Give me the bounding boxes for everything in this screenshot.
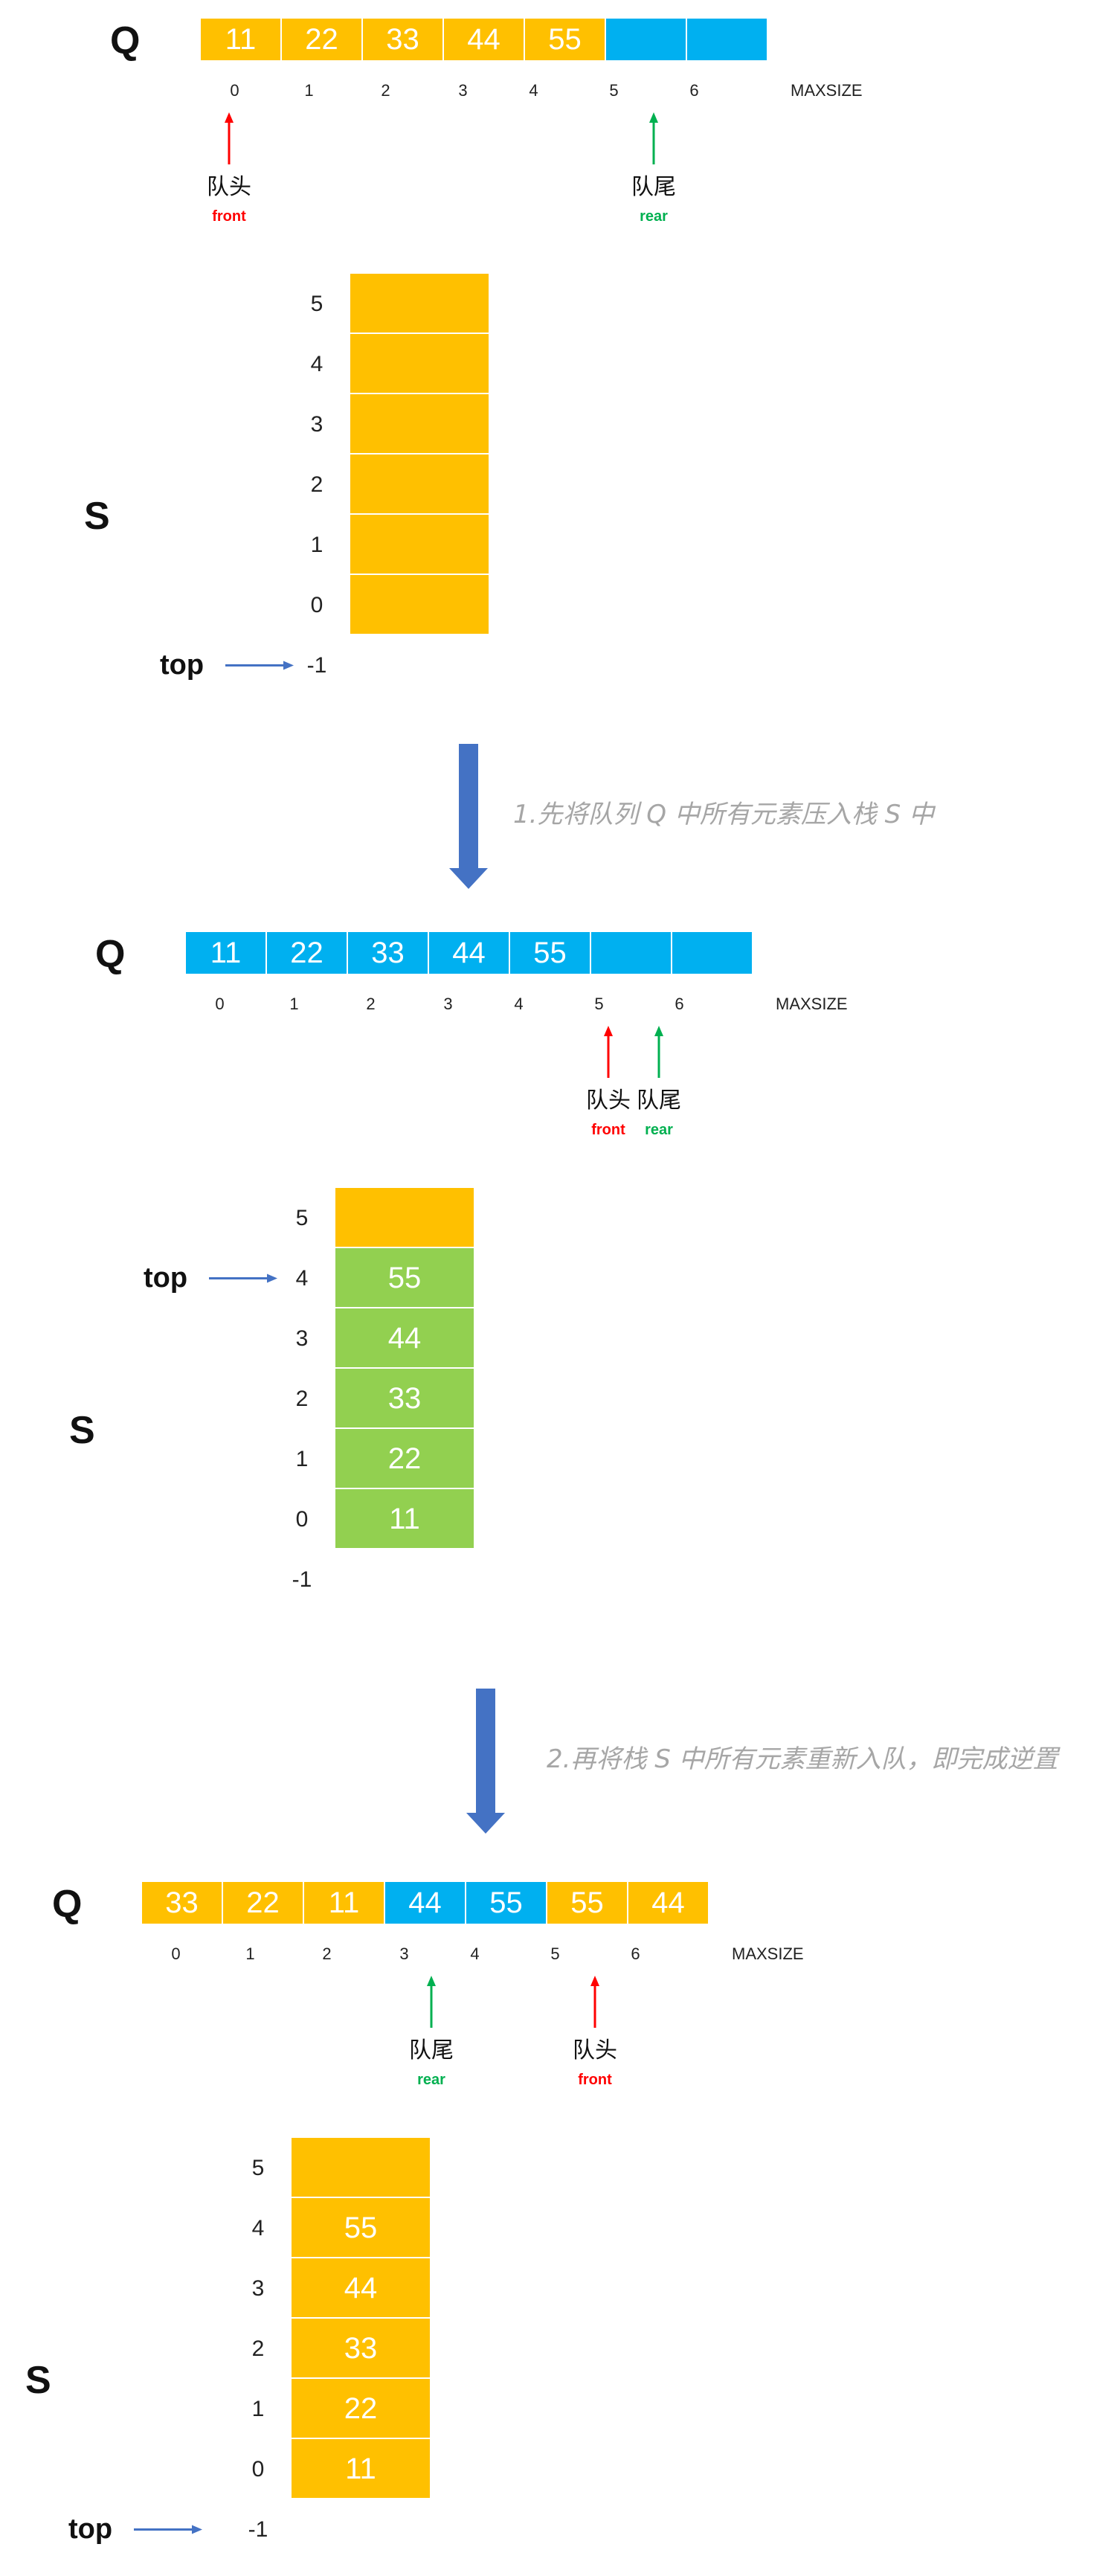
- front-pointer-arrow: [590, 1976, 599, 2028]
- front-pointer-arrow: [604, 1026, 613, 1078]
- step-1-arrow: [449, 744, 488, 889]
- step-2-arrow: [466, 1689, 505, 1834]
- arrows-layer: [134, 112, 663, 2534]
- rear-pointer-arrow: [649, 112, 658, 164]
- top-pointer-arrow: [225, 661, 294, 670]
- top-pointer-arrow: [209, 1273, 277, 1283]
- top-pointer-arrow: [134, 2525, 202, 2534]
- rear-pointer-arrow: [427, 1976, 436, 2028]
- rear-pointer-arrow: [654, 1026, 663, 1078]
- front-pointer-arrow: [225, 112, 234, 164]
